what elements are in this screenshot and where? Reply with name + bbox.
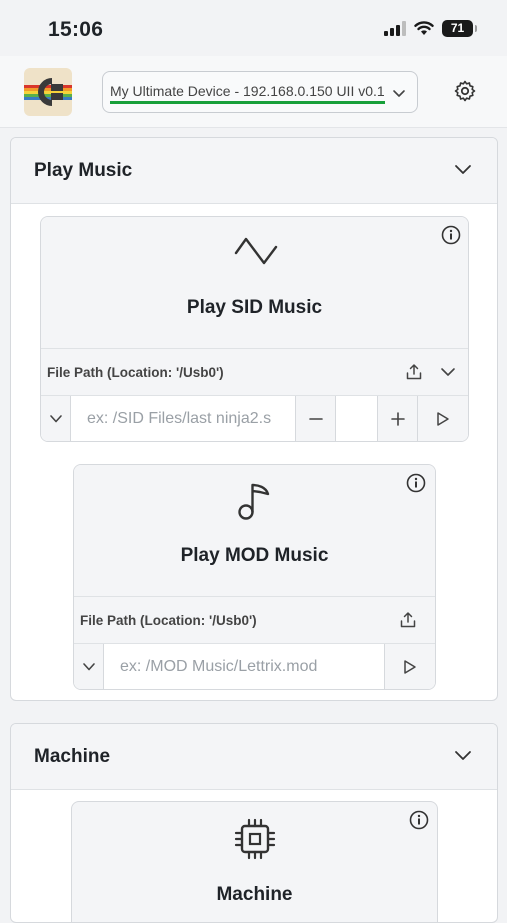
chevron-down-icon[interactable]	[454, 162, 472, 176]
mod-path-input[interactable]: ex: /MOD Music/Lettrix.mod	[104, 644, 385, 689]
battery-icon: 71	[442, 20, 477, 37]
play-mod-panel: Play MOD Music File Path (Location: '/Us…	[73, 464, 436, 690]
sid-path-row: File Path (Location: '/Usb0')	[41, 348, 468, 396]
chevron-down-icon	[49, 415, 62, 423]
sid-path-input[interactable]: ex: /SID Files/last ninja2.s	[71, 396, 296, 441]
play-music-title: Play Music	[34, 160, 133, 181]
gear-icon[interactable]	[453, 79, 477, 103]
device-select[interactable]: My Ultimate Device - 192.168.0.150 UII v…	[102, 71, 418, 113]
music-note-icon	[238, 483, 270, 520]
sid-dropdown-button[interactable]	[41, 396, 71, 441]
play-sid-panel: Play SID Music File Path (Location: '/Us…	[40, 216, 469, 442]
machine-card: Machine Machine	[10, 723, 498, 923]
signal-icon	[384, 21, 406, 36]
chevron-down-icon[interactable]	[440, 365, 456, 379]
sid-play-button[interactable]	[418, 396, 468, 441]
status-time: 15:06	[48, 18, 104, 41]
upload-icon[interactable]	[405, 363, 423, 381]
mod-play-button[interactable]	[385, 644, 435, 689]
mod-path-row: File Path (Location: '/Usb0')	[74, 596, 435, 644]
info-icon[interactable]	[441, 225, 461, 245]
waveform-icon	[234, 237, 278, 265]
song-number-input[interactable]	[336, 396, 378, 441]
play-mod-top: Play MOD Music	[74, 465, 435, 596]
wifi-icon	[414, 21, 434, 35]
mod-dropdown-button[interactable]	[74, 644, 104, 689]
app-header: My Ultimate Device - 192.168.0.150 UII v…	[0, 56, 507, 128]
chevron-down-icon	[82, 663, 95, 671]
upload-icon[interactable]	[399, 611, 417, 629]
machine-panel: Machine	[71, 801, 438, 922]
chip-icon	[234, 818, 276, 860]
status-bar: 15:06 71	[0, 0, 507, 56]
plus-icon	[390, 412, 405, 426]
play-sid-top: Play SID Music	[41, 217, 468, 348]
play-mod-title: Play MOD Music	[180, 545, 329, 566]
play-sid-title: Play SID Music	[186, 297, 323, 318]
song-minus-button[interactable]	[296, 396, 336, 441]
machine-header[interactable]: Machine	[11, 724, 497, 790]
sid-input-row: ex: /SID Files/last ninja2.s	[41, 396, 468, 441]
status-icons: 71	[384, 20, 477, 37]
info-icon[interactable]	[406, 473, 426, 493]
info-icon[interactable]	[409, 810, 429, 830]
sid-path-label: File Path (Location: '/Usb0')	[47, 365, 224, 380]
mod-input-row: ex: /MOD Music/Lettrix.mod	[74, 644, 435, 689]
chevron-down-icon	[393, 90, 405, 97]
play-music-card: Play Music Play SID Music File Path (Loc…	[10, 137, 498, 701]
machine-panel-title: Machine	[216, 884, 293, 905]
chevron-down-icon[interactable]	[454, 748, 472, 762]
machine-title: Machine	[34, 746, 111, 767]
app-logo	[24, 68, 72, 116]
song-plus-button[interactable]	[378, 396, 418, 441]
play-icon	[404, 660, 416, 674]
device-select-value: My Ultimate Device - 192.168.0.150 UII v…	[110, 83, 385, 104]
mod-path-label: File Path (Location: '/Usb0')	[80, 613, 257, 628]
play-music-header[interactable]: Play Music	[11, 138, 497, 204]
minus-icon	[308, 418, 323, 420]
play-icon	[437, 412, 449, 426]
